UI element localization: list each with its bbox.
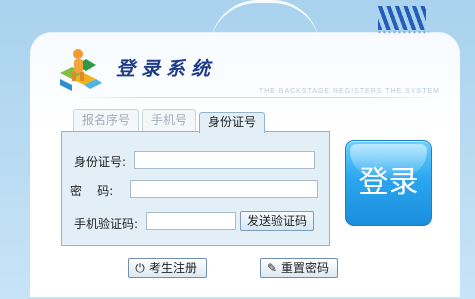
register-button-label: 考生注册 bbox=[149, 261, 198, 275]
send-sms-code-button[interactable]: 发送验证码 bbox=[240, 211, 314, 231]
id-number-input[interactable] bbox=[134, 151, 315, 169]
id-number-label: 身份证号: bbox=[74, 155, 127, 169]
app-subtitle: THE BACKSTAGE REGISTERS THE SYSTEM bbox=[258, 88, 440, 95]
decorative-stripes bbox=[378, 6, 426, 30]
logo-icon bbox=[60, 49, 102, 91]
header-divider bbox=[75, 97, 440, 98]
login-button-label: 登录 bbox=[358, 165, 419, 200]
power-icon: ⏻ bbox=[135, 261, 145, 275]
app-title: 登录系统 bbox=[116, 58, 217, 80]
reset-password-button-label: 重置密码 bbox=[281, 261, 330, 275]
password-label: 密 码: bbox=[70, 184, 114, 198]
password-input[interactable] bbox=[130, 180, 318, 198]
tab-phone-number[interactable]: 手机号 bbox=[142, 109, 196, 132]
login-page: 登录系统 THE BACKSTAGE REGISTERS THE SYSTEM … bbox=[0, 0, 475, 299]
edit-icon: ✎ bbox=[266, 261, 278, 275]
login-button[interactable]: 登录 bbox=[345, 140, 432, 226]
decorative-curve bbox=[210, 0, 320, 48]
tab-registration-number[interactable]: 报名序号 bbox=[73, 109, 139, 132]
tab-id-number[interactable]: 身份证号 bbox=[199, 112, 265, 133]
decorative-dots bbox=[377, 29, 429, 35]
sms-code-input[interactable] bbox=[146, 212, 236, 230]
register-button[interactable]: ⏻ 考生注册 bbox=[128, 258, 207, 278]
sms-code-label: 手机验证码: bbox=[74, 217, 139, 231]
reset-password-button[interactable]: ✎ 重置密码 bbox=[260, 258, 338, 278]
